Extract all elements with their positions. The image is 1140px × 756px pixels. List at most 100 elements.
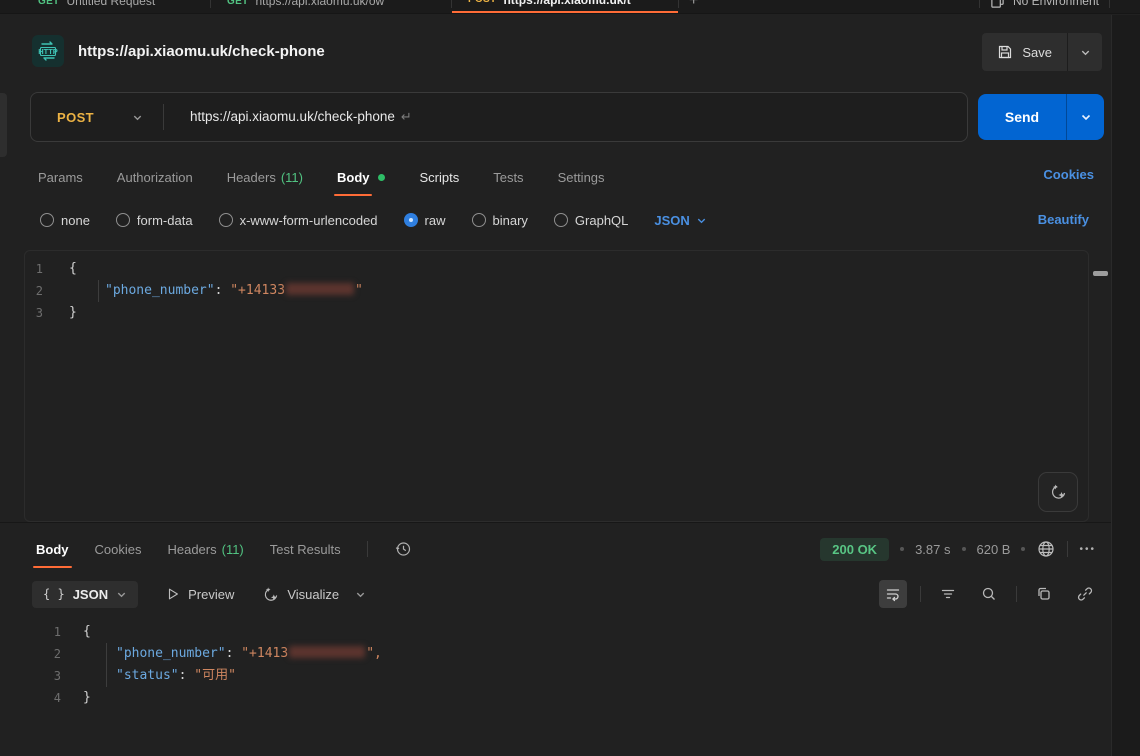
- tab-label: Tests: [493, 170, 523, 185]
- option-graphql[interactable]: GraphQL: [554, 213, 628, 228]
- method-selector[interactable]: POST: [31, 110, 163, 125]
- divider: [920, 586, 921, 602]
- response-tab-body-active[interactable]: Body: [36, 542, 69, 557]
- tab-authorization[interactable]: Authorization: [117, 170, 193, 185]
- method-label: POST: [57, 110, 94, 125]
- network-info-button[interactable]: [1036, 539, 1056, 559]
- line-number: 1: [25, 258, 69, 280]
- format-label: JSON: [73, 587, 108, 602]
- url-input[interactable]: https://api.xiaomu.uk/check-phone↵: [190, 109, 412, 125]
- editor-scrollbar-thumb[interactable]: [1093, 271, 1108, 276]
- tab-label: Headers: [167, 542, 216, 557]
- tab-body-active[interactable]: Body: [337, 170, 386, 185]
- response-tab-test-results[interactable]: Test Results: [270, 542, 341, 557]
- response-tab-headers[interactable]: Headers (11): [167, 542, 243, 557]
- beautify-link[interactable]: Beautify: [1038, 212, 1089, 227]
- enter-hint-icon: ↵: [401, 109, 412, 124]
- environment-selector[interactable]: No Environment: [990, 0, 1099, 9]
- tab-divider: [678, 0, 679, 8]
- svg-text:HTTP: HTTP: [38, 47, 58, 56]
- visualize-options-button[interactable]: [355, 589, 366, 600]
- headers-count-badge: (11): [222, 542, 244, 557]
- tab-tests[interactable]: Tests: [493, 170, 523, 185]
- more-options-button[interactable]: •••: [1079, 544, 1096, 555]
- search-button[interactable]: [975, 580, 1003, 608]
- wrap-text-button[interactable]: [879, 580, 907, 608]
- postbot-button[interactable]: [1038, 472, 1078, 512]
- history-clock-icon: [394, 540, 412, 558]
- request-tabs: Params Authorization Headers(11) Body Sc…: [38, 158, 605, 196]
- divider: [1067, 541, 1068, 557]
- code-token: :: [226, 646, 242, 661]
- request-response-divider[interactable]: [0, 522, 1111, 523]
- radio-icon[interactable]: [472, 213, 486, 227]
- add-tab-button[interactable]: +: [689, 0, 698, 9]
- sparkle-icon: [262, 586, 279, 603]
- visualize-button[interactable]: Visualize: [262, 586, 339, 603]
- globe-icon: [1036, 539, 1056, 559]
- response-history-button[interactable]: [394, 540, 412, 558]
- radio-selected-icon[interactable]: [404, 213, 418, 227]
- request-tab-2[interactable]: GET https://api.xiaomu.uk/ow: [211, 0, 451, 14]
- save-label: Save: [1022, 45, 1052, 60]
- option-x-www-form-urlencoded[interactable]: x-www-form-urlencoded: [219, 213, 378, 228]
- tab-params[interactable]: Params: [38, 170, 83, 185]
- chevron-down-icon: [355, 589, 366, 600]
- code-line: 4 }: [24, 687, 1110, 709]
- request-tab-1[interactable]: GET Untitled Request: [22, 0, 210, 14]
- send-options-button[interactable]: [1067, 94, 1104, 140]
- filter-button[interactable]: [934, 580, 962, 608]
- cookies-link[interactable]: Cookies: [1043, 167, 1094, 182]
- share-link-button[interactable]: [1071, 580, 1099, 608]
- save-options-button[interactable]: [1068, 33, 1102, 71]
- line-number: 2: [25, 280, 69, 302]
- option-none[interactable]: none: [40, 213, 90, 228]
- tab-settings[interactable]: Settings: [558, 170, 605, 185]
- response-time[interactable]: 3.87 s: [915, 542, 950, 557]
- radio-icon[interactable]: [116, 213, 130, 227]
- line-number: 3: [25, 302, 69, 324]
- sidebar-collapsed-handle[interactable]: [0, 93, 7, 157]
- request-body-editor[interactable]: 1 { 2 "phone_number": "+14133" 3 }: [24, 250, 1089, 522]
- option-form-data[interactable]: form-data: [116, 213, 193, 228]
- response-size[interactable]: 620 B: [977, 542, 1011, 557]
- chevron-down-icon: [132, 112, 143, 123]
- tab-title: https://api.xiaomu.uk/t: [503, 0, 630, 7]
- copy-button[interactable]: [1030, 580, 1058, 608]
- code-token: :: [215, 283, 231, 298]
- sparkle-icon: [1049, 483, 1067, 501]
- preview-button[interactable]: Preview: [166, 587, 234, 602]
- url-bar: POST https://api.xiaomu.uk/check-phone↵: [30, 92, 968, 142]
- save-button[interactable]: Save: [982, 33, 1068, 71]
- response-format-selector[interactable]: { } JSON: [32, 581, 138, 608]
- radio-icon[interactable]: [40, 213, 54, 227]
- line-number: 1: [24, 621, 83, 643]
- option-binary[interactable]: binary: [472, 213, 528, 228]
- request-title[interactable]: https://api.xiaomu.uk/check-phone: [78, 43, 325, 60]
- response-body-viewer[interactable]: 1 { 2 "phone_number": "+1413", 3 "status…: [24, 618, 1110, 756]
- json-value: ": [355, 283, 363, 298]
- request-tab-3-active[interactable]: POST https://api.xiaomu.uk/t: [452, 0, 678, 14]
- tab-headers[interactable]: Headers(11): [227, 170, 303, 185]
- option-raw-selected[interactable]: raw: [404, 213, 446, 228]
- tab-scripts[interactable]: Scripts: [419, 170, 459, 185]
- topbar-divider: [979, 0, 980, 8]
- play-icon: [166, 587, 180, 601]
- response-tab-cookies[interactable]: Cookies: [95, 542, 142, 557]
- code-token: :: [179, 668, 195, 683]
- filter-icon: [940, 586, 956, 602]
- response-toolbar-actions: [879, 580, 1099, 608]
- send-button[interactable]: Send: [978, 94, 1067, 140]
- tab-label: Scripts: [419, 170, 459, 185]
- code-line: 2 "phone_number": "+1413",: [24, 643, 1110, 665]
- tab-label: Body: [337, 170, 370, 185]
- braces-icon: { }: [43, 587, 65, 601]
- option-label: raw: [425, 213, 446, 228]
- radio-icon[interactable]: [554, 213, 568, 227]
- status-badge[interactable]: 200 OK: [820, 538, 889, 561]
- code-token: {: [69, 258, 77, 280]
- line-number: 2: [24, 643, 83, 665]
- radio-icon[interactable]: [219, 213, 233, 227]
- raw-format-selector[interactable]: JSON: [654, 213, 706, 228]
- body-content-dot-icon: [378, 174, 385, 181]
